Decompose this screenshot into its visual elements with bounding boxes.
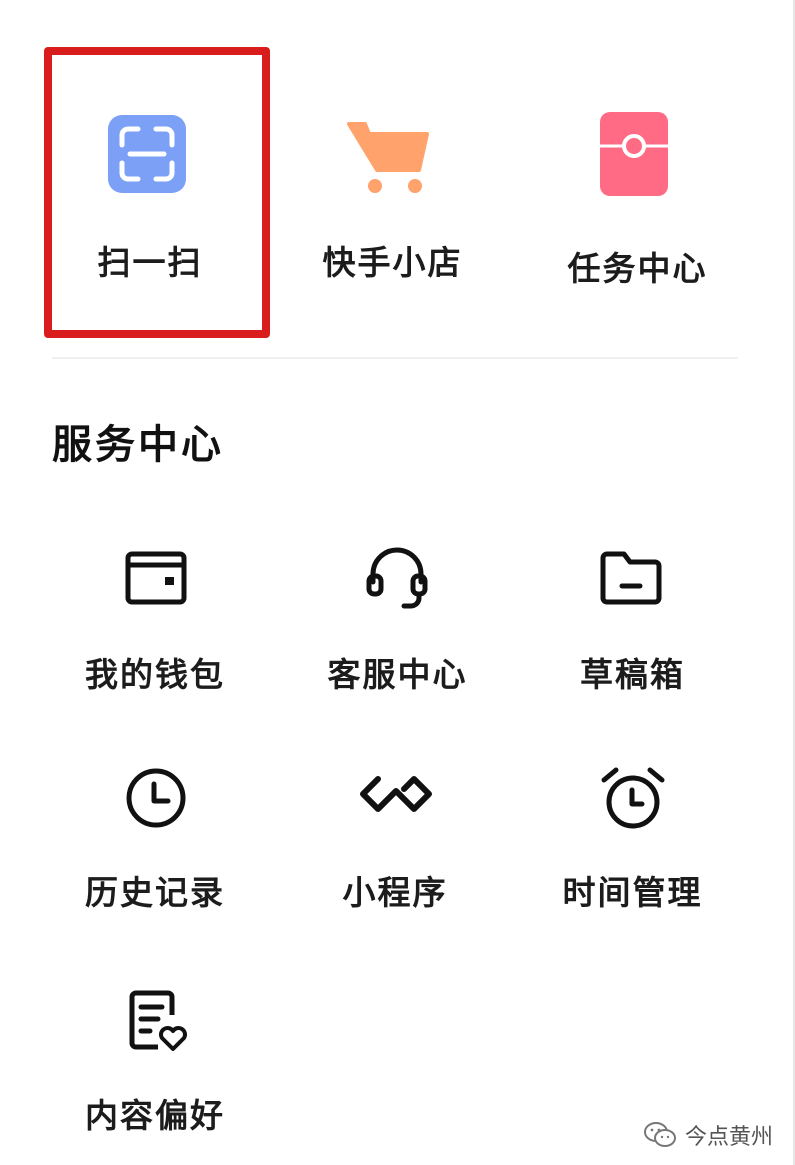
drafts-label: 草稿箱 [580, 655, 685, 694]
customer-service-label: 客服中心 [327, 655, 468, 694]
service-item-history[interactable]: 历史记录 [70, 760, 240, 912]
wallet-icon [125, 551, 187, 605]
watermark: 今点黄州 [643, 1115, 773, 1155]
service-item-drafts[interactable]: 草稿箱 [560, 540, 705, 694]
service-item-wallet[interactable]: 我的钱包 [70, 540, 240, 694]
shopping-cart-icon [347, 122, 429, 193]
kuaishou-shop-label: 快手小店 [322, 243, 463, 282]
service-item-time-management[interactable]: 时间管理 [555, 760, 710, 912]
folder-icon [600, 551, 662, 605]
content-preference-label: 内容偏好 [85, 1096, 225, 1135]
history-label: 历史记录 [85, 873, 225, 912]
section-title: 服务中心 [52, 422, 224, 468]
headset-icon [366, 547, 428, 609]
document-heart-icon [129, 990, 187, 1051]
mini-program-icon [360, 776, 432, 812]
clock-icon [126, 768, 186, 828]
task-center-shortcut[interactable]: 任务中心 [545, 100, 730, 300]
wallet-label: 我的钱包 [85, 655, 225, 694]
highlight-box [44, 47, 270, 338]
alarm-clock-icon [601, 767, 665, 829]
watermark-text: 今点黄州 [684, 1125, 773, 1150]
section-divider [52, 357, 738, 359]
service-item-content-preference[interactable]: 内容偏好 [70, 985, 240, 1135]
mini-program-label: 小程序 [342, 873, 448, 912]
red-envelope-icon [600, 112, 668, 196]
wechat-icon [643, 1122, 676, 1147]
time-management-label: 时间管理 [562, 873, 703, 912]
service-item-mini-program[interactable]: 小程序 [320, 760, 470, 912]
service-item-customer-service[interactable]: 客服中心 [310, 540, 485, 694]
task-center-label: 任务中心 [567, 249, 708, 288]
kuaishou-shop-shortcut[interactable]: 快手小店 [300, 100, 485, 300]
